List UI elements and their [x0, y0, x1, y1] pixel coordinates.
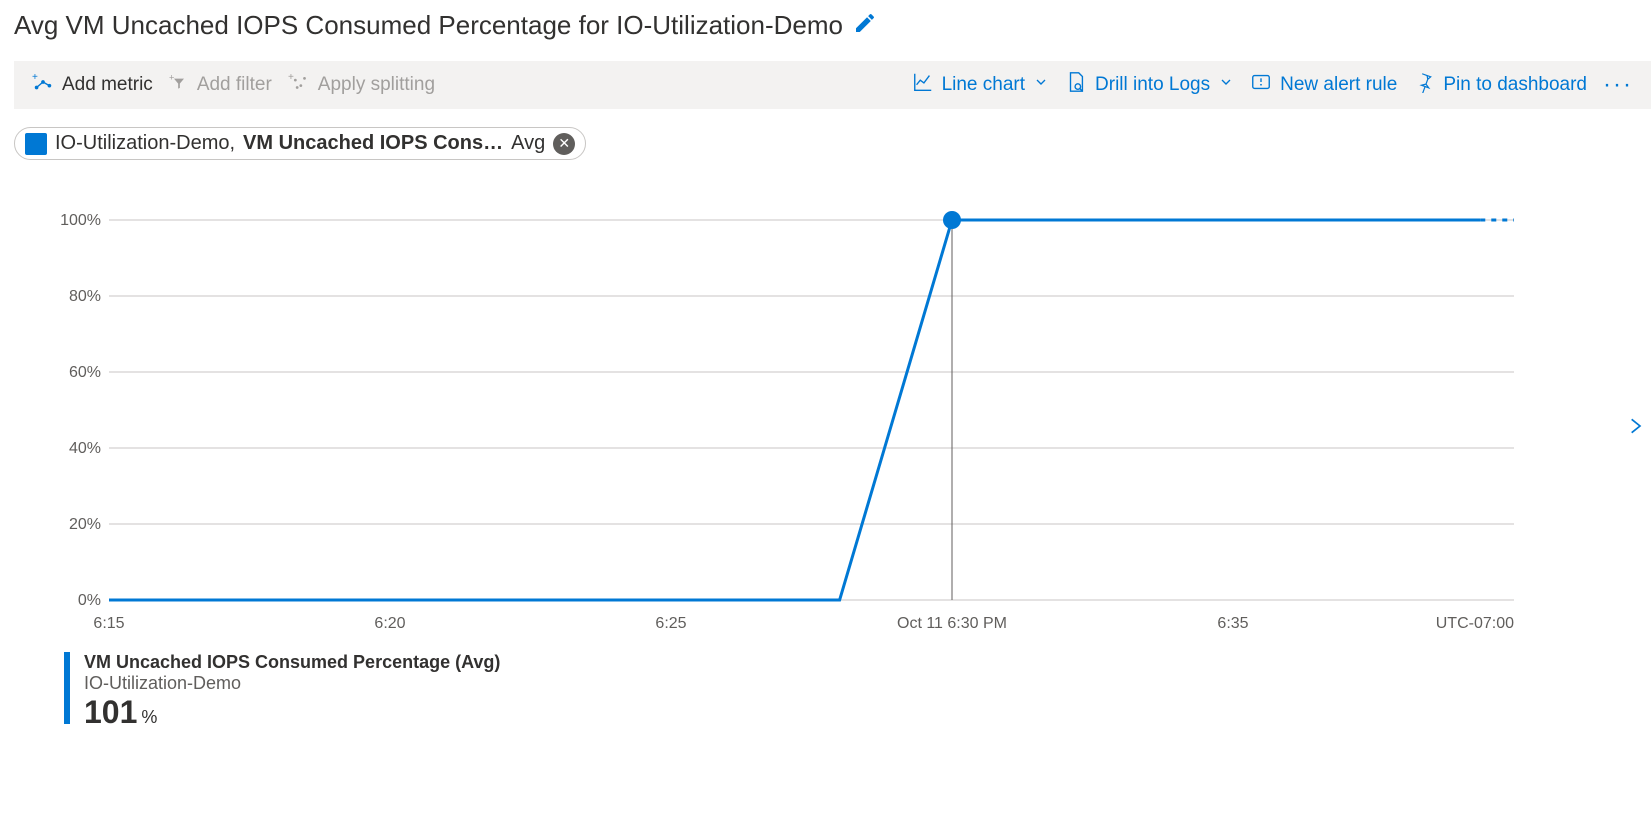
add-metric-icon: + — [32, 71, 54, 99]
svg-text:Oct 11 6:30 PM: Oct 11 6:30 PM — [897, 615, 1007, 632]
svg-text:6:35: 6:35 — [1217, 615, 1248, 632]
filter-icon: + — [169, 72, 189, 98]
apply-splitting-button[interactable]: + Apply splitting — [280, 65, 443, 105]
legend-value: 101 — [84, 694, 137, 731]
chart-type-dropdown[interactable]: Line chart — [904, 65, 1057, 105]
chip-scope: IO-Utilization-Demo, — [55, 132, 235, 155]
legend-series-name: VM Uncached IOPS Consumed Percentage (Av… — [84, 652, 500, 673]
svg-text:+: + — [288, 72, 294, 83]
svg-text:6:15: 6:15 — [93, 615, 124, 632]
add-filter-label: Add filter — [197, 74, 272, 96]
page-title: Avg VM Uncached IOPS Consumed Percentage… — [14, 10, 843, 41]
new-alert-button[interactable]: New alert rule — [1242, 65, 1405, 105]
svg-text:20%: 20% — [69, 516, 101, 533]
more-actions-button[interactable]: ··· — [1595, 65, 1641, 105]
splitting-icon: + — [288, 71, 310, 99]
chart-type-label: Line chart — [942, 74, 1025, 96]
svg-text:40%: 40% — [69, 440, 101, 457]
svg-text:0%: 0% — [78, 592, 101, 609]
svg-text:80%: 80% — [69, 288, 101, 305]
chart-legend[interactable]: VM Uncached IOPS Consumed Percentage (Av… — [14, 652, 1651, 731]
edit-title-icon[interactable] — [853, 11, 877, 40]
svg-text:+: + — [32, 72, 38, 83]
legend-series-scope: IO-Utilization-Demo — [84, 673, 500, 694]
svg-text:100%: 100% — [60, 212, 101, 229]
toolbar: + Add metric + Add filter + Apply splitt… — [14, 61, 1651, 109]
chip-metric: VM Uncached IOPS Cons… — [243, 132, 503, 155]
chart-marker — [943, 211, 961, 229]
add-filter-button[interactable]: + Add filter — [161, 66, 280, 104]
alert-icon — [1250, 71, 1272, 99]
svg-text:+: + — [169, 72, 174, 82]
add-metric-button[interactable]: + Add metric — [24, 65, 161, 105]
logs-icon — [1065, 71, 1087, 99]
chevron-down-icon — [1218, 74, 1234, 96]
chart-series — [109, 220, 1480, 600]
line-chart-icon — [912, 71, 934, 99]
remove-chip-button[interactable]: ✕ — [553, 133, 575, 155]
chevron-down-icon — [1033, 74, 1049, 96]
legend-color-swatch — [64, 652, 70, 724]
svg-text:6:20: 6:20 — [374, 615, 405, 632]
vm-icon — [25, 133, 47, 155]
drill-logs-label: Drill into Logs — [1095, 74, 1210, 96]
metric-chip[interactable]: IO-Utilization-Demo, VM Uncached IOPS Co… — [14, 127, 586, 160]
svg-text:UTC-07:00: UTC-07:00 — [1436, 615, 1514, 632]
title-bar: Avg VM Uncached IOPS Consumed Percentage… — [14, 10, 1651, 41]
more-icon: ··· — [1603, 71, 1633, 99]
legend-unit: % — [141, 707, 157, 728]
line-chart[interactable]: 0% 20% 40% 60% 80% 100% 6:15 6:20 6:25 Oct 11 6:… — [14, 210, 1544, 640]
pin-icon — [1413, 71, 1435, 99]
drill-logs-dropdown[interactable]: Drill into Logs — [1057, 65, 1242, 105]
svg-text:60%: 60% — [69, 364, 101, 381]
pin-dashboard-button[interactable]: Pin to dashboard — [1405, 65, 1595, 105]
apply-splitting-label: Apply splitting — [318, 74, 435, 96]
chart-container: 0% 20% 40% 60% 80% 100% 6:15 6:20 6:25 Oct 11 6:… — [14, 210, 1651, 640]
svg-text:6:25: 6:25 — [655, 615, 686, 632]
add-metric-label: Add metric — [62, 74, 153, 96]
chip-agg: Avg — [511, 132, 545, 155]
chart-next-button[interactable] — [1625, 410, 1645, 449]
pin-dashboard-label: Pin to dashboard — [1443, 74, 1587, 96]
new-alert-label: New alert rule — [1280, 74, 1397, 96]
